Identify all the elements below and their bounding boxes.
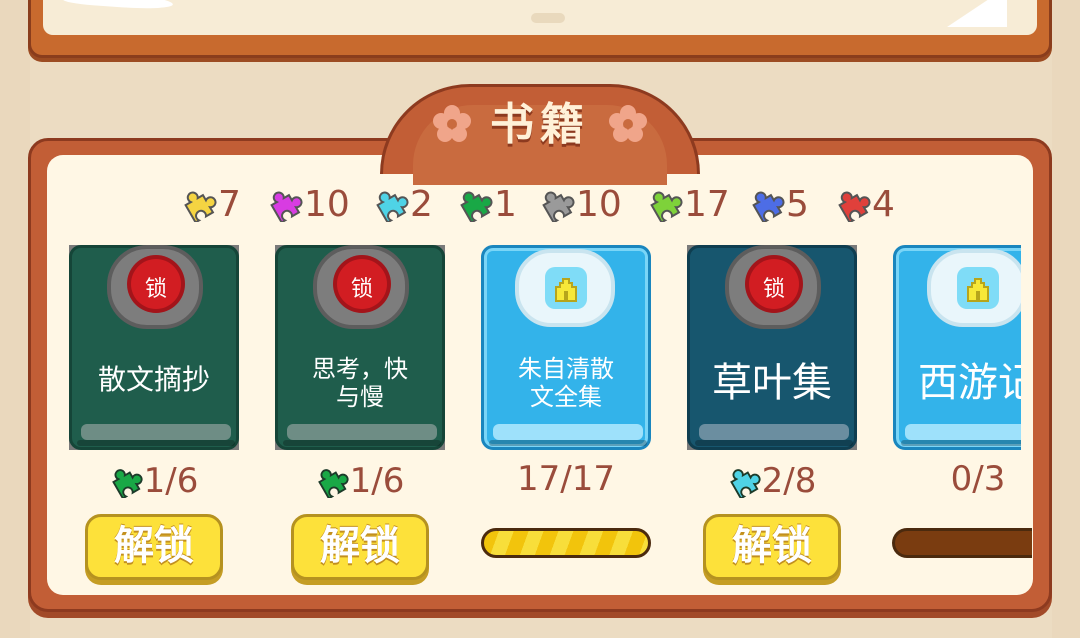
- progress-bar-empty: [892, 528, 1032, 558]
- top-banner: [28, 0, 1052, 58]
- book-title: 朱自清散 文全集: [518, 355, 614, 411]
- castle-icon: [967, 278, 989, 302]
- puzzle-counter: 10: [268, 182, 350, 226]
- book-card[interactable]: 朱自清散 文全集: [481, 245, 651, 450]
- castle-badge: [927, 249, 1021, 327]
- book-title: 西游记: [918, 360, 1021, 406]
- puzzle-piece-icon: [752, 191, 785, 222]
- book-title: 散文摘抄: [97, 363, 210, 396]
- lock-seal-icon: 锁: [725, 245, 821, 329]
- book-card[interactable]: 锁 散文摘抄: [69, 245, 239, 450]
- puzzle-counter: 10: [540, 182, 622, 226]
- book-card[interactable]: 锁 草叶集: [687, 245, 857, 450]
- puzzle-piece-icon: [838, 191, 871, 222]
- book-card[interactable]: 锁 思考，快 与慢: [275, 245, 445, 450]
- puzzle-counter: 7: [182, 182, 241, 226]
- castle-icon: [555, 278, 577, 302]
- book-progress: 17/17: [517, 459, 615, 499]
- book-progress: 1/6: [69, 458, 239, 504]
- book-progress: 1/6: [275, 458, 445, 504]
- unlock-button[interactable]: 解锁: [703, 514, 841, 580]
- puzzle-piece-icon: [542, 191, 575, 222]
- book-card[interactable]: 西游记: [893, 245, 1021, 450]
- puzzle-counter: 4: [836, 182, 895, 226]
- puzzle-piece-icon: [270, 191, 303, 222]
- puzzle-piece-icon: [376, 191, 409, 222]
- puzzle-piece-icon: [184, 191, 217, 222]
- unlock-button[interactable]: 解锁: [291, 514, 429, 580]
- puzzle-piece-icon: [650, 191, 683, 222]
- puzzle-piece-icon: [317, 469, 349, 498]
- puzzle-counter: 1: [458, 182, 517, 226]
- book-progress: 0/3: [950, 459, 1006, 499]
- book-clip: 西游记: [893, 245, 1021, 450]
- book-progress: 2/8: [687, 458, 857, 504]
- left-margin: [0, 0, 30, 638]
- lock-seal-icon: 锁: [107, 245, 203, 329]
- right-margin: [1052, 0, 1080, 638]
- flower-icon: [609, 105, 647, 142]
- castle-badge: [515, 249, 615, 327]
- puzzle-counter: 2: [374, 182, 433, 226]
- book-title: 思考，快 与慢: [312, 355, 408, 411]
- lock-seal-icon: 锁: [313, 245, 409, 329]
- book-title: 草叶集: [712, 360, 832, 406]
- puzzle-piece-icon: [460, 191, 493, 222]
- top-paper: [43, 0, 1037, 35]
- puzzle-piece-icon: [111, 469, 143, 498]
- puzzle-counter: 5: [750, 182, 809, 226]
- unlock-button[interactable]: 解锁: [85, 514, 223, 580]
- puzzle-piece-icon: [729, 469, 761, 498]
- puzzle-counter: 17: [648, 182, 730, 226]
- progress-bar-complete: [481, 528, 651, 558]
